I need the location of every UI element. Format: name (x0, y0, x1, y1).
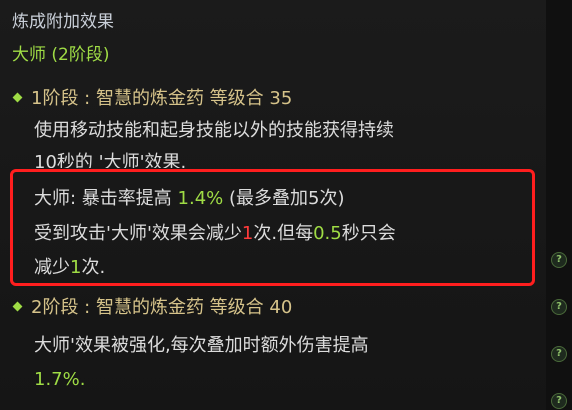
tooltip-subtitle: 大师 (2阶段) (12, 45, 110, 65)
stage2-header: 2阶段 : 智慧的炼金药 等级合 40 (10, 296, 292, 320)
bullet-diamond-icon (12, 301, 23, 312)
help-icon[interactable]: ? (551, 346, 567, 362)
stage1-header-text: 1阶段 : 智慧的炼金药 等级合 35 (31, 88, 293, 109)
highlight-box (10, 169, 535, 286)
help-icon[interactable]: ? (551, 299, 567, 315)
stage2-desc-line2: 1.7%. (34, 369, 86, 390)
item-tooltip: 炼成附加效果 大师 (2阶段) 1阶段 : 智慧的炼金药 等级合 35 使用移动… (0, 0, 547, 410)
help-icon[interactable]: ? (551, 252, 567, 268)
help-icon[interactable]: ? (551, 393, 567, 409)
tooltip-title: 炼成附加效果 (12, 12, 114, 32)
stage1-desc-line1: 使用移动技能和起身技能以外的技能获得持续 (34, 120, 394, 141)
stage2-header-text: 2阶段 : 智慧的炼金药 等级合 40 (31, 297, 293, 318)
bullet-diamond-icon (12, 92, 23, 103)
stage2-desc-line1: 大师'效果被强化,每次叠加时额外伤害提高 (34, 335, 369, 356)
stage1-header: 1阶段 : 智慧的炼金药 等级合 35 (10, 87, 292, 111)
